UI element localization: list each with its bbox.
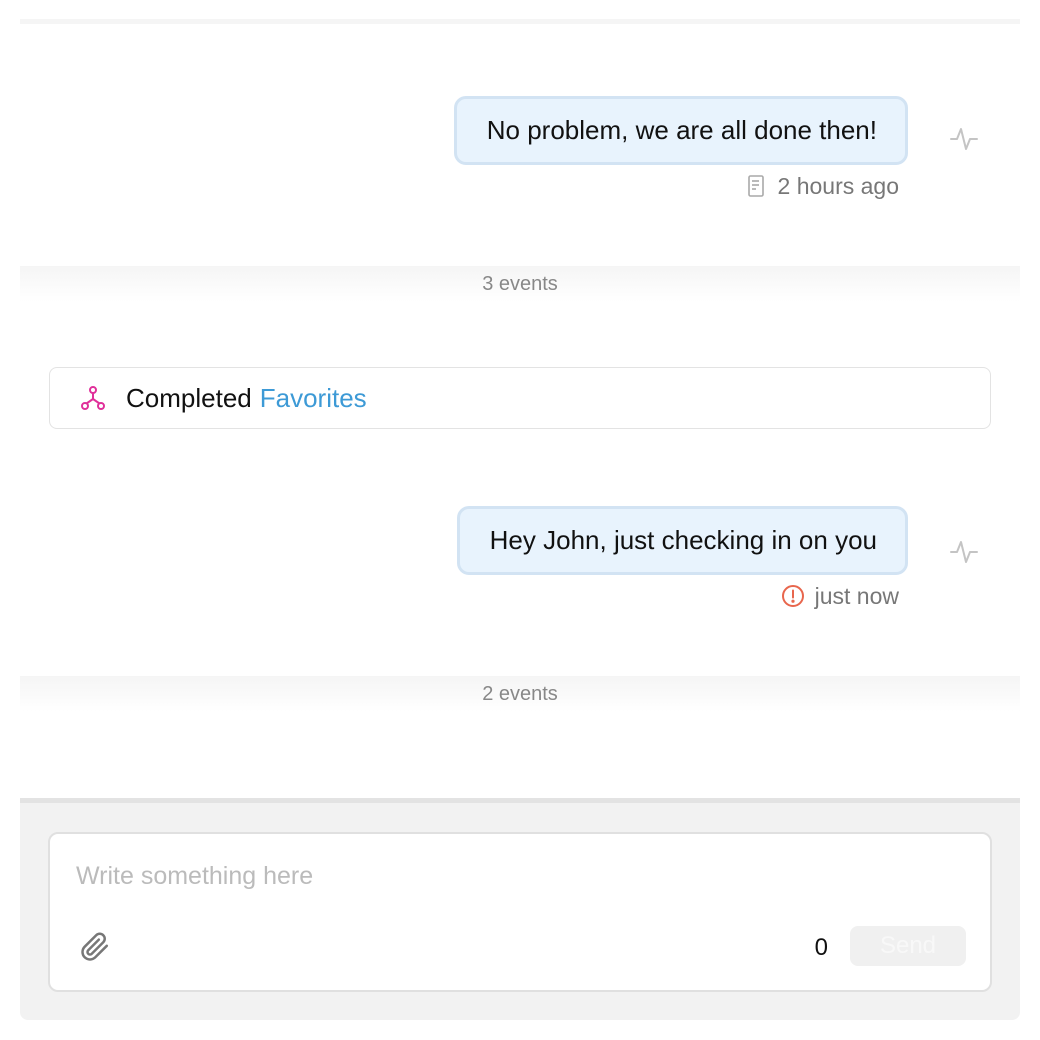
message-timestamp: 2 hours ago xyxy=(777,173,899,199)
events-group[interactable]: 2 events xyxy=(20,676,1020,712)
activity-icon[interactable] xyxy=(950,538,978,566)
message-input[interactable] xyxy=(76,856,956,896)
send-button[interactable]: Send xyxy=(850,926,966,966)
message-meta: 2 hours ago xyxy=(744,174,899,198)
message-bubble[interactable]: No problem, we are all done then! xyxy=(453,96,908,165)
event-text: Completed Favorites xyxy=(126,383,367,414)
top-divider xyxy=(20,19,1020,24)
event-action: Completed xyxy=(126,382,252,413)
character-count: 0 xyxy=(814,934,828,961)
error-icon xyxy=(781,584,805,608)
activity-icon[interactable] xyxy=(950,125,978,153)
message-bubble[interactable]: Hey John, just checking in on you xyxy=(456,506,908,575)
workflow-icon xyxy=(80,385,106,411)
document-icon xyxy=(744,174,768,198)
composer-box: 0 Send xyxy=(48,832,992,992)
event-link[interactable]: Favorites xyxy=(260,383,367,413)
event-card: Completed Favorites xyxy=(49,367,991,429)
message-row: No problem, we are all done then! 2 hour… xyxy=(20,96,1020,206)
composer: 0 Send xyxy=(20,798,1020,1020)
conversation-panel: No problem, we are all done then! 2 hour… xyxy=(20,0,1020,1040)
message-timestamp: just now xyxy=(814,583,899,609)
events-group[interactable]: 3 events xyxy=(20,266,1020,302)
message-meta: just now xyxy=(781,584,899,608)
message-row: Hey John, just checking in on you just n… xyxy=(20,506,1020,616)
paperclip-icon[interactable] xyxy=(80,932,110,962)
